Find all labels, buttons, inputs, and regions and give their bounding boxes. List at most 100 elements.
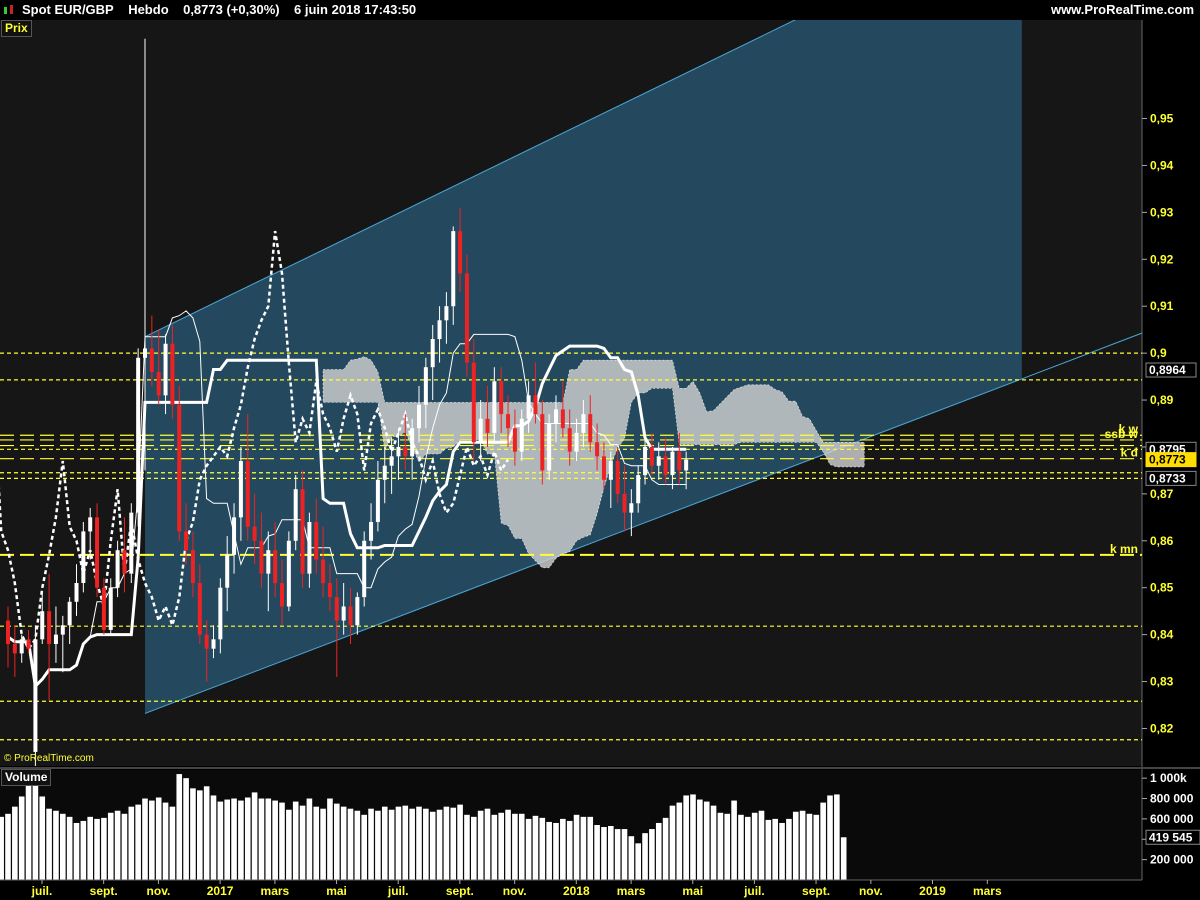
candle-body-95 <box>656 456 661 466</box>
candle-body-30 <box>211 639 216 649</box>
level-label-3: ssb w <box>1105 427 1139 441</box>
candle-18 <box>129 503 134 584</box>
candle-13 <box>95 503 100 598</box>
candle-11 <box>81 522 86 593</box>
volume-bar-19 <box>128 806 135 880</box>
candle-body-84 <box>581 414 586 433</box>
volume-bar-23 <box>155 797 162 880</box>
volume-bar-30 <box>203 786 210 880</box>
price-tick-label-3: 0,85 <box>1150 581 1174 595</box>
time-tick-label-16: mars <box>973 884 1002 898</box>
volume-bar-11 <box>73 822 80 880</box>
candle-body-0 <box>6 620 10 645</box>
volume-bar-12 <box>80 820 87 880</box>
candle-body-51 <box>355 597 360 626</box>
candle-body-11 <box>81 531 86 584</box>
volume-bar-2 <box>12 806 18 880</box>
candle-body-78 <box>540 414 545 471</box>
volume-bar-34 <box>231 798 237 880</box>
candle-79 <box>547 414 552 480</box>
price-tick-label-12: 0,94 <box>1150 158 1174 172</box>
time-tick-label-15: 2019 <box>919 884 946 898</box>
volume-bar-81 <box>553 822 559 880</box>
candle-body-43 <box>300 489 305 574</box>
volume-bar-104 <box>710 805 717 880</box>
candle-body-61 <box>423 367 428 405</box>
candle-body-31 <box>218 587 223 640</box>
volume-bar-68 <box>464 814 470 880</box>
price-panel-label[interactable]: Prix <box>1 20 32 37</box>
candle-body-85 <box>588 414 593 443</box>
candle-body-63 <box>437 320 442 340</box>
volume-bar-62 <box>423 808 429 880</box>
candle-body-18 <box>129 512 134 574</box>
volume-bar-96 <box>655 822 662 880</box>
volume-bar-56 <box>381 806 388 880</box>
volume-panel-label[interactable]: Volume <box>1 769 52 786</box>
time-tick-label-4: mars <box>261 884 290 898</box>
candle-body-89 <box>615 461 620 494</box>
price-tick-label-5: 0,87 <box>1150 487 1174 501</box>
candle-body-7 <box>53 634 58 645</box>
time-tick-label-10: mars <box>617 884 646 898</box>
candle-4 <box>33 625 38 766</box>
volume-bar-71 <box>484 808 491 880</box>
volume-tick-label-0: 200 000 <box>1150 853 1194 867</box>
candle-body-99 <box>684 459 689 471</box>
price-tags: 0,89640,87950,87730,8733 <box>1145 362 1197 486</box>
volume-bar-15 <box>101 817 107 880</box>
volume-bar-76 <box>518 813 525 880</box>
candle-body-16 <box>115 550 120 588</box>
volume-bar-85 <box>580 816 587 880</box>
time-tick-label-5: mai <box>326 884 347 898</box>
volume-bar-77 <box>525 818 532 880</box>
chart-canvas[interactable]: 0,820,830,840,850,860,870,880,890,90,910… <box>0 0 1200 900</box>
candle-body-96 <box>663 456 668 476</box>
volume-bar-118 <box>806 813 813 880</box>
volume-bar-13 <box>87 816 93 880</box>
price-tick-label-10: 0,92 <box>1150 252 1174 266</box>
time-tick-label-1: sept. <box>90 884 118 898</box>
volume-bar-25 <box>169 806 176 880</box>
candle-body-88 <box>608 461 613 480</box>
volume-bar-88 <box>601 827 607 880</box>
volume-bar-18 <box>121 813 128 880</box>
candle-body-79 <box>547 423 552 471</box>
candle-body-4 <box>33 639 38 752</box>
candle-body-24 <box>170 343 175 405</box>
candle-41 <box>286 531 291 612</box>
candle-body-22 <box>156 371 161 396</box>
volume-bar-6 <box>39 796 46 880</box>
price-tick-label-13: 0,95 <box>1150 112 1174 126</box>
candle-body-46 <box>321 559 326 584</box>
volume-bar-94 <box>642 833 648 880</box>
volume-bar-14 <box>94 818 100 880</box>
candle-body-27 <box>190 550 195 584</box>
volume-bar-82 <box>560 818 566 880</box>
volume-bar-97 <box>662 817 669 880</box>
volume-bar-58 <box>395 806 402 880</box>
volume-bar-53 <box>361 814 367 880</box>
candle-25 <box>177 385 182 541</box>
candle-body-26 <box>184 531 189 551</box>
volume-bar-109 <box>745 816 751 880</box>
volume-bar-98 <box>669 805 676 880</box>
candle-52 <box>362 531 367 607</box>
candle-body-2 <box>19 639 24 654</box>
candle-body-74 <box>512 428 517 452</box>
volume-bar-108 <box>738 814 744 880</box>
volume-bar-110 <box>751 812 758 880</box>
volume-bar-89 <box>608 826 614 880</box>
volume-bar-113 <box>772 818 778 880</box>
candle-body-94 <box>649 446 654 466</box>
volume-bar-123 <box>840 837 847 880</box>
time-axis: juil. sept. nov. 2017 mars mai juil. sept. nov. 2… <box>0 879 1200 900</box>
time-tick-label-7: sept. <box>446 884 474 898</box>
time-tick-label-0: juil. <box>31 884 53 898</box>
candle-body-93 <box>643 446 648 476</box>
candle-body-17 <box>122 550 127 574</box>
volume-bar-55 <box>375 810 381 880</box>
volume-bar-22 <box>149 800 155 880</box>
volume-bar-78 <box>532 815 539 880</box>
candle-body-42 <box>293 489 298 541</box>
